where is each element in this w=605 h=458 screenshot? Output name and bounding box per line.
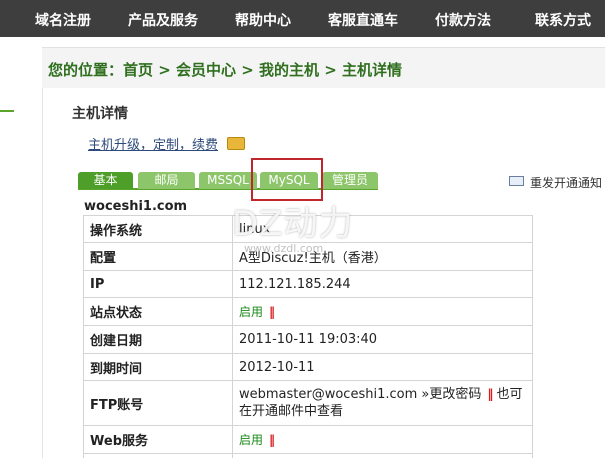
- table-row: 到期时间 2012-10-11: [83, 353, 533, 381]
- row-label: 创建日期: [83, 325, 233, 354]
- breadcrumb: 您的位置：首页 > 会员中心 > 我的主机 > 主机详情: [48, 61, 403, 79]
- row-label: IP: [83, 270, 233, 298]
- row-value: 112.121.185.244: [232, 270, 533, 298]
- table-row: 创建日期 2011-10-11 19:03:40: [83, 325, 533, 354]
- watermark-logo: DZ动力: [232, 204, 354, 244]
- breadcrumb-bar: 您的位置：首页 > 会员中心 > 我的主机 > 主机详情: [42, 47, 605, 89]
- tab-basic[interactable]: 基本: [78, 172, 133, 189]
- change-password-link[interactable]: »更改密码: [421, 387, 481, 402]
- row-value: 2012-10-11: [232, 353, 533, 381]
- mail-icon: [509, 176, 524, 186]
- table-row: FTP账号 webmaster@woceshi1.com »更改密码 ‖ 也可在开…: [83, 380, 533, 426]
- toggle-marker-icon[interactable]: ‖: [487, 387, 493, 401]
- upgrade-link[interactable]: 主机升级，定制，续费: [88, 134, 218, 153]
- nav-item-domain[interactable]: 域名注册: [35, 10, 91, 30]
- top-nav: 域名注册 产品及服务 帮助中心 客服直通车 付款方法 联系方式: [0, 0, 605, 37]
- web-status: 启用: [239, 433, 264, 447]
- row-label: [83, 453, 233, 458]
- tab-mssql[interactable]: MSSQL: [199, 172, 257, 189]
- row-label: 到期时间: [83, 353, 233, 381]
- table-row: IP 112.121.185.244: [83, 270, 533, 298]
- row-value-cell: webmaster@woceshi1.com »更改密码 ‖ 也可在开通邮件中查看: [232, 380, 533, 426]
- nav-item-payment[interactable]: 付款方法: [435, 10, 491, 30]
- tab-admin[interactable]: 管理员: [322, 172, 378, 189]
- sidebar-divider: [0, 110, 14, 112]
- page-title: 主机详情: [72, 106, 128, 122]
- nav-item-products[interactable]: 产品及服务: [128, 10, 198, 30]
- cart-icon[interactable]: [227, 137, 245, 150]
- page: 域名注册 产品及服务 帮助中心 客服直通车 付款方法 联系方式 您的位置：首页 …: [0, 0, 605, 458]
- row-label: Web服务: [83, 425, 233, 454]
- nav-item-contact[interactable]: 联系方式: [535, 10, 591, 30]
- resend-notice-label: 重发开通通知: [530, 176, 603, 190]
- nav-item-help[interactable]: 帮助中心: [235, 10, 291, 30]
- tab-mail[interactable]: 邮局: [138, 172, 195, 189]
- row-value-cell: 启用 ‖: [232, 297, 533, 326]
- table-row: Web服务 启用 ‖: [83, 425, 533, 454]
- toggle-marker-icon[interactable]: ‖: [269, 305, 275, 319]
- host-domain: woceshi1.com: [84, 199, 188, 214]
- watermark-url: www.dzdl.com: [244, 242, 324, 255]
- ftp-account: webmaster@woceshi1.com: [239, 387, 418, 402]
- nav-item-support[interactable]: 客服直通车: [328, 10, 398, 30]
- row-value: 2011-10-11 19:03:40: [232, 325, 533, 354]
- row-label: FTP账号: [83, 380, 233, 426]
- table-row: [83, 453, 533, 458]
- row-value-cell: 启用 ‖: [232, 425, 533, 454]
- row-label: 操作系统: [83, 215, 233, 243]
- toggle-marker-icon[interactable]: ‖: [269, 433, 275, 447]
- site-status: 启用: [239, 305, 264, 319]
- row-value: [232, 453, 533, 458]
- row-label: 站点状态: [83, 297, 233, 326]
- table-row: 站点状态 启用 ‖: [83, 297, 533, 326]
- row-label: 配置: [83, 242, 233, 271]
- mysql-tab-highlight: [251, 158, 323, 201]
